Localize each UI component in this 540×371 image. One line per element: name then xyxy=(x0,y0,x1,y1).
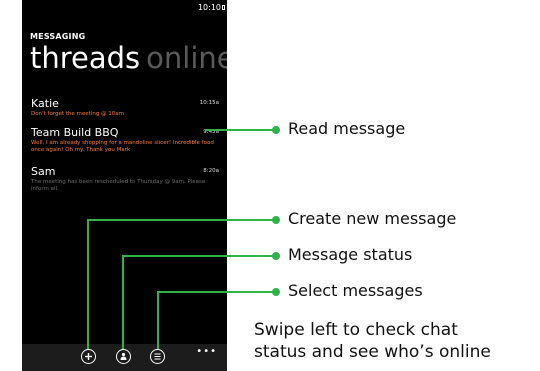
callout-message-status: Message status xyxy=(288,245,413,264)
callout-create-new-message: Create new message xyxy=(288,209,457,228)
swipe-instruction-line2: status and see who’s online xyxy=(254,342,491,362)
status-button[interactable] xyxy=(116,349,131,364)
thread-item[interactable]: Sam 8:20a The meeting has been reschedul… xyxy=(31,165,221,193)
callout-line xyxy=(122,255,124,349)
callout-line xyxy=(87,219,89,349)
thread-name: Katie xyxy=(31,97,59,110)
list-icon xyxy=(154,353,161,360)
pivot-online[interactable]: online xyxy=(146,41,227,75)
callout-dot xyxy=(272,126,280,134)
swipe-instruction-line1: Swipe left to check chat xyxy=(254,320,458,340)
app-bar: ••• xyxy=(22,344,227,371)
more-menu-icon[interactable]: ••• xyxy=(196,346,217,357)
thread-item[interactable]: Team Build BBQ 9:45a Well, I am already … xyxy=(31,126,221,154)
callout-line xyxy=(122,255,275,257)
callout-dot xyxy=(272,288,280,296)
new-message-button[interactable] xyxy=(81,349,96,364)
thread-name: Sam xyxy=(31,165,56,178)
callout-line xyxy=(157,291,159,349)
thread-time: 8:20a xyxy=(203,168,219,174)
app-title: MESSAGING xyxy=(30,32,86,41)
battery-icon xyxy=(222,5,225,10)
plus-icon xyxy=(85,353,92,360)
thread-item[interactable]: Katie 10:15a Don't forget the meeting @ … xyxy=(31,97,221,118)
thread-time: 10:15a xyxy=(199,100,219,106)
callout-read-message: Read message xyxy=(288,119,406,138)
person-icon xyxy=(120,352,127,360)
thread-preview: Don't forget the meeting @ 10am xyxy=(31,111,125,117)
status-time: 10:10 xyxy=(197,3,221,12)
callout-dot xyxy=(272,252,280,260)
thread-preview: The meeting has been rescheduled to Thur… xyxy=(31,179,206,192)
pivot-threads[interactable]: threads xyxy=(30,41,140,75)
thread-preview: Well, I am already shopping for a mandol… xyxy=(31,140,214,153)
thread-name: Team Build BBQ xyxy=(31,126,119,139)
callout-dot xyxy=(272,216,280,224)
callout-line xyxy=(87,219,275,221)
pivot-header: threads online xyxy=(30,44,227,73)
phone-screen: 10:10 MESSAGING threads online Katie 10:1… xyxy=(22,0,227,371)
callout-line xyxy=(157,291,275,293)
select-button[interactable] xyxy=(150,349,165,364)
callout-select-messages: Select messages xyxy=(288,281,423,300)
swipe-instruction: Swipe left to check chat status and see … xyxy=(254,319,491,363)
callout-line xyxy=(205,129,275,131)
